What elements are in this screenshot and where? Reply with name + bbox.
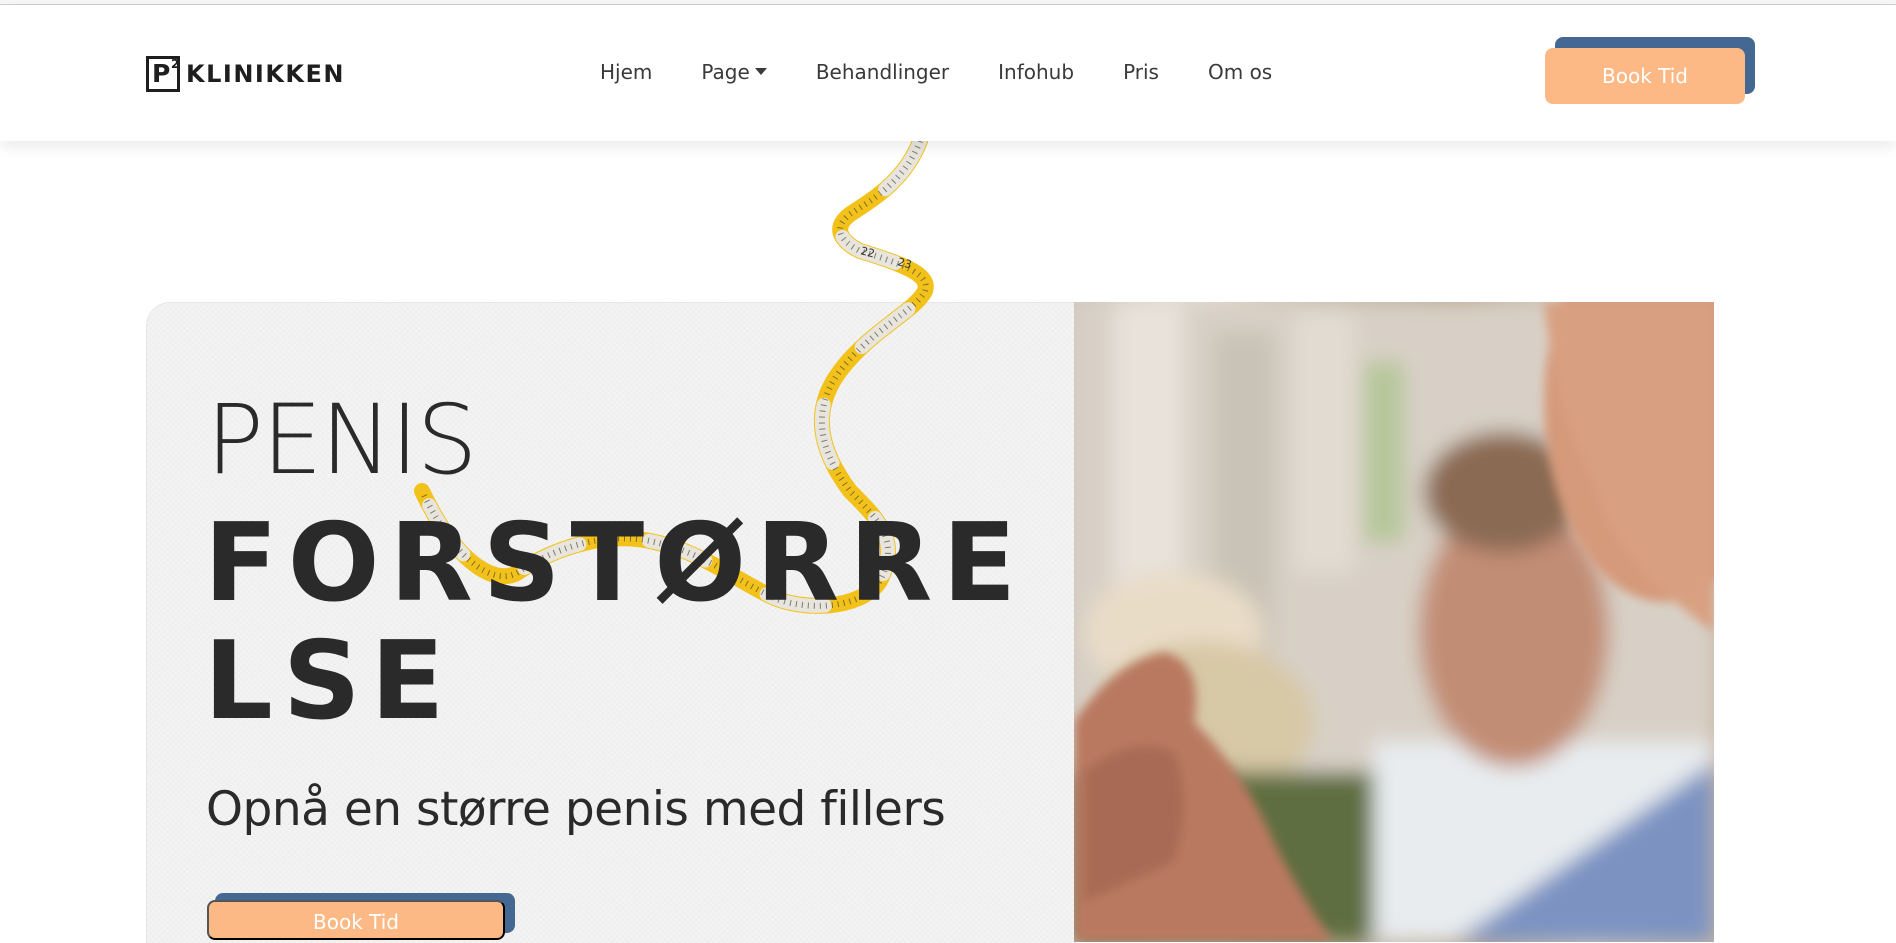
nav-item-hjem[interactable]: Hjem <box>600 60 652 84</box>
nav-item-pris[interactable]: Pris <box>1123 60 1159 84</box>
tape-number-23: 23 <box>896 255 913 271</box>
hero-subtitle: Opnå en større penis med fillers <box>206 782 946 837</box>
nav-item-om-os[interactable]: Om os <box>1208 60 1272 84</box>
hero-book-button-wrap: Book Tid <box>207 893 517 940</box>
logo-text: KLINIKKEN <box>186 60 346 88</box>
logo-letter: P <box>152 59 171 88</box>
site-header: P 2 KLINIKKEN Hjem Page Behandlinger Inf… <box>0 5 1896 141</box>
hero-photo <box>1074 302 1714 942</box>
nav-item-behandlinger[interactable]: Behandlinger <box>816 60 949 84</box>
caret-down-icon <box>754 68 767 75</box>
nav-item-infohub[interactable]: Infohub <box>998 60 1074 84</box>
main-nav: Hjem Page Behandlinger Infohub Pris Om o… <box>600 60 1321 84</box>
hero-photo-illustration <box>1074 302 1714 942</box>
header-book-button-wrap: Book Tid <box>1545 37 1755 107</box>
header-book-button[interactable]: Book Tid <box>1545 48 1745 104</box>
logo-mark-icon: P 2 <box>146 56 180 92</box>
logo-superscript: 2 <box>171 57 180 71</box>
nav-item-page[interactable]: Page <box>701 60 767 84</box>
hero-title-bold: FORSTØRRELSE <box>204 501 1027 744</box>
tape-number-22: 22 <box>859 244 876 260</box>
hero-book-button[interactable]: Book Tid <box>207 900 505 940</box>
hero-title-light: PENIS <box>206 384 478 496</box>
logo[interactable]: P 2 KLINIKKEN <box>146 54 345 94</box>
nav-item-page-label: Page <box>701 60 750 84</box>
